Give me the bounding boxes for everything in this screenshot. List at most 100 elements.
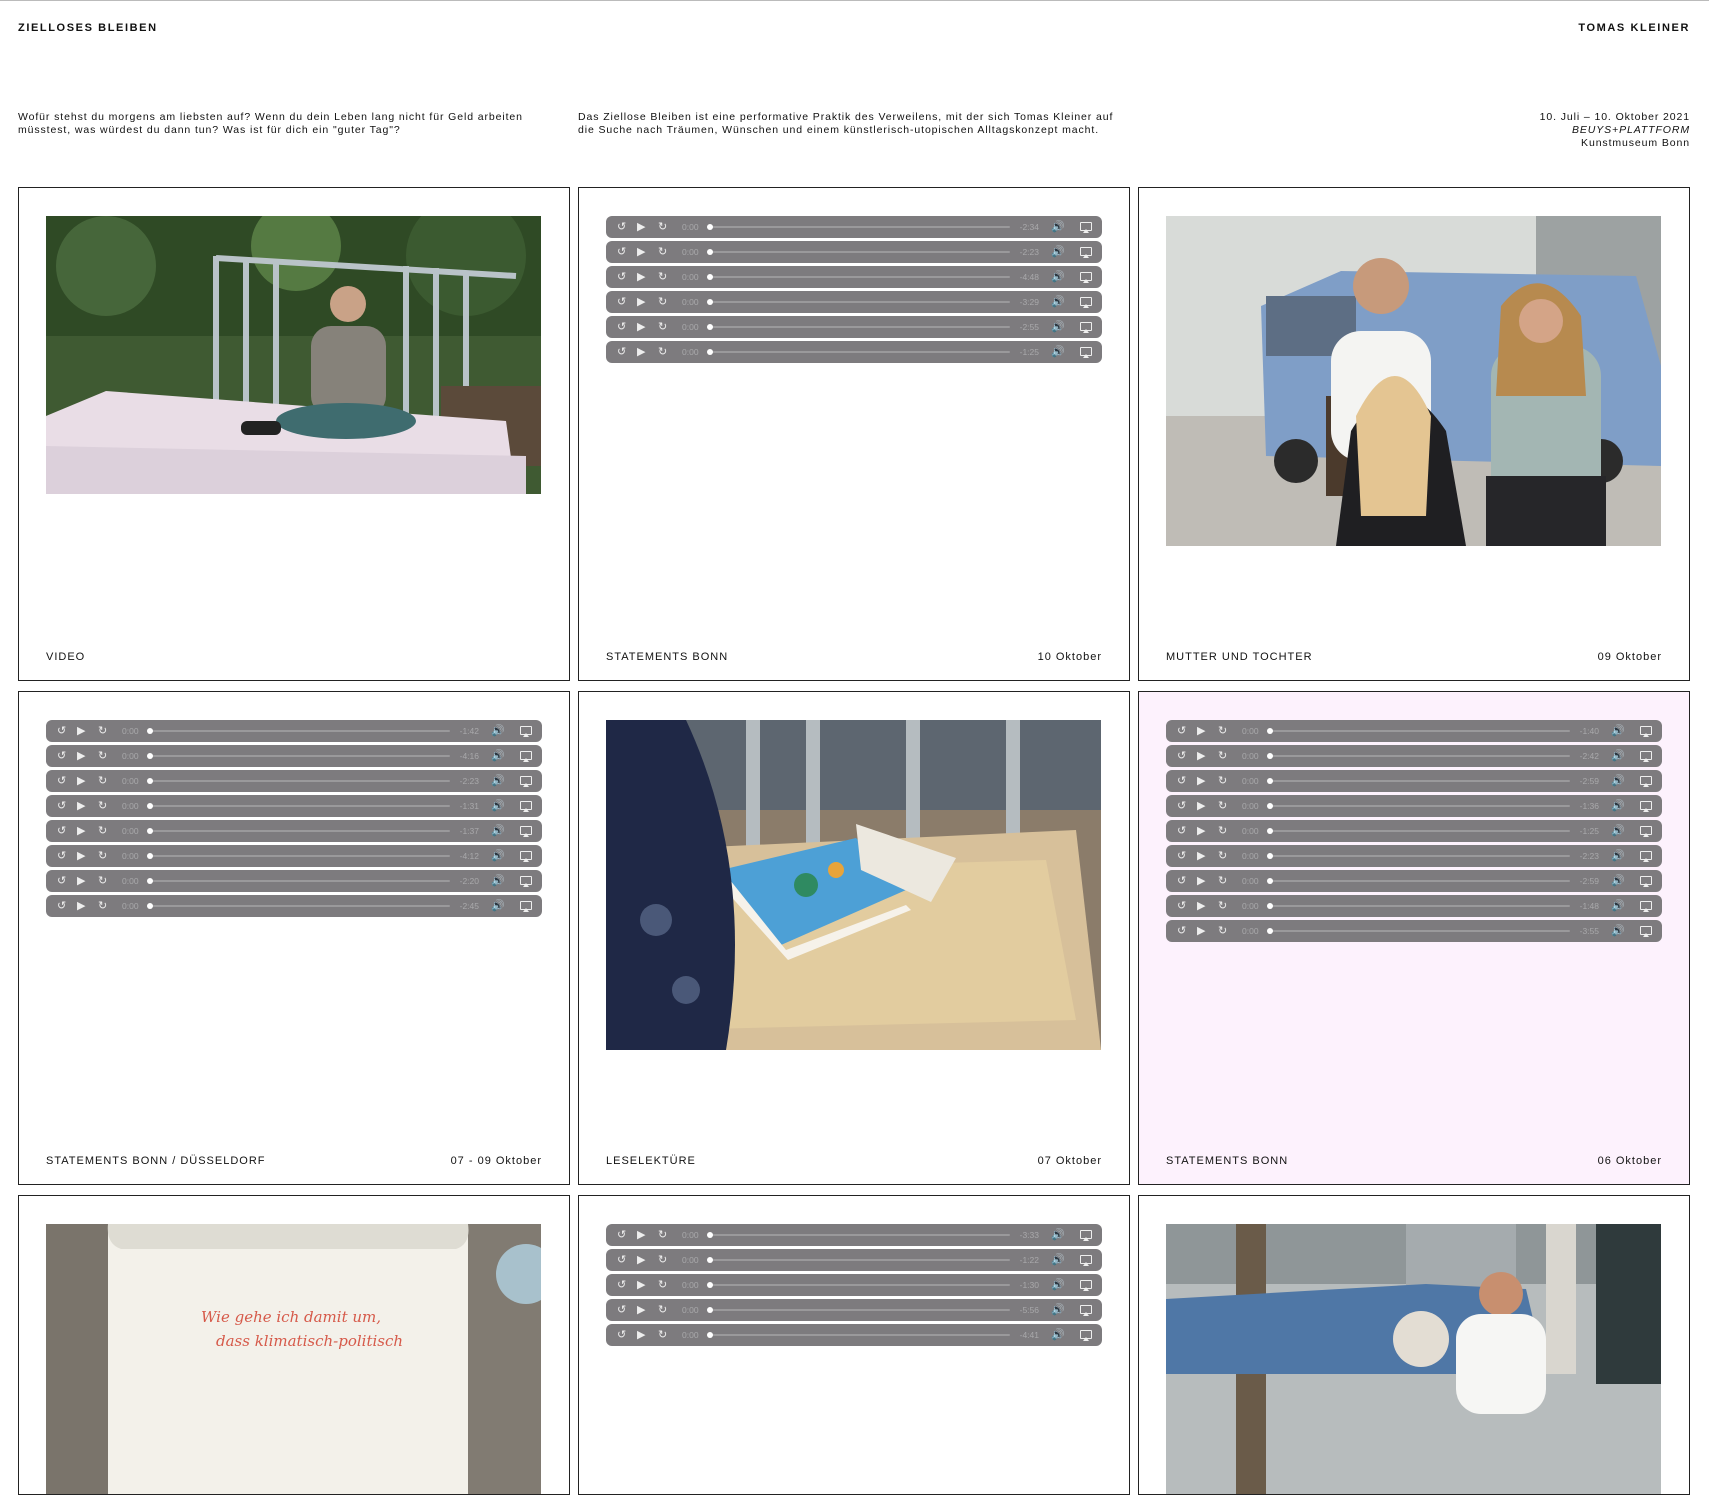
progress-slider[interactable] bbox=[147, 803, 450, 809]
skip-back-icon[interactable]: ↺ bbox=[57, 745, 66, 767]
airplay-icon[interactable] bbox=[1080, 1324, 1092, 1346]
play-icon[interactable]: ▶ bbox=[637, 341, 645, 363]
audio-player[interactable]: ↺ ▶ ↻ 0:00 -1:31 🔊 bbox=[46, 795, 542, 817]
play-icon[interactable]: ▶ bbox=[637, 1324, 645, 1346]
volume-icon[interactable]: 🔊 bbox=[1611, 795, 1625, 817]
progress-knob[interactable] bbox=[147, 828, 153, 834]
play-icon[interactable]: ▶ bbox=[77, 795, 85, 817]
progress-knob[interactable] bbox=[147, 853, 153, 859]
volume-icon[interactable]: 🔊 bbox=[1051, 1249, 1065, 1271]
skip-back-icon[interactable]: ↺ bbox=[617, 216, 626, 238]
progress-slider[interactable] bbox=[707, 299, 1010, 305]
volume-icon[interactable]: 🔊 bbox=[1051, 266, 1065, 288]
volume-icon[interactable]: 🔊 bbox=[491, 770, 505, 792]
audio-player[interactable]: ↺ ▶ ↻ 0:00 -2:23 🔊 bbox=[46, 770, 542, 792]
progress-slider[interactable] bbox=[707, 1307, 1010, 1313]
volume-icon[interactable]: 🔊 bbox=[1051, 341, 1065, 363]
play-icon[interactable]: ▶ bbox=[77, 845, 85, 867]
play-icon[interactable]: ▶ bbox=[637, 241, 645, 263]
play-icon[interactable]: ▶ bbox=[77, 770, 85, 792]
volume-icon[interactable]: 🔊 bbox=[1051, 291, 1065, 313]
progress-knob[interactable] bbox=[707, 1232, 713, 1238]
audio-player[interactable]: ↺ ▶ ↻ 0:00 -4:41 🔊 bbox=[606, 1324, 1102, 1346]
play-icon[interactable]: ▶ bbox=[637, 291, 645, 313]
skip-forward-icon[interactable]: ↻ bbox=[1218, 745, 1227, 767]
progress-slider[interactable] bbox=[707, 1332, 1010, 1338]
site-title[interactable]: ZIELLOSES BLEIBEN bbox=[18, 22, 158, 34]
volume-icon[interactable]: 🔊 bbox=[1051, 241, 1065, 263]
progress-knob[interactable] bbox=[707, 1307, 713, 1313]
volume-icon[interactable]: 🔊 bbox=[1051, 1299, 1065, 1321]
airplay-icon[interactable] bbox=[520, 870, 532, 892]
audio-player[interactable]: ↺ ▶ ↻ 0:00 -2:45 🔊 bbox=[46, 895, 542, 917]
play-icon[interactable]: ▶ bbox=[77, 895, 85, 917]
progress-knob[interactable] bbox=[1267, 753, 1273, 759]
audio-player[interactable]: ↺ ▶ ↻ 0:00 -1:40 🔊 bbox=[1166, 720, 1662, 742]
progress-knob[interactable] bbox=[147, 778, 153, 784]
card-leselektuere[interactable]: LESELEKTÜRE 07 Oktober bbox=[578, 691, 1130, 1185]
audio-player[interactable]: ↺ ▶ ↻ 0:00 -1:42 🔊 bbox=[46, 720, 542, 742]
audio-player[interactable]: ↺ ▶ ↻ 0:00 -1:30 🔊 bbox=[606, 1274, 1102, 1296]
progress-slider[interactable] bbox=[147, 828, 450, 834]
skip-forward-icon[interactable]: ↻ bbox=[1218, 870, 1227, 892]
skip-back-icon[interactable]: ↺ bbox=[1177, 870, 1186, 892]
airplay-icon[interactable] bbox=[1080, 341, 1092, 363]
airplay-icon[interactable] bbox=[520, 720, 532, 742]
play-icon[interactable]: ▶ bbox=[637, 266, 645, 288]
skip-back-icon[interactable]: ↺ bbox=[617, 1324, 626, 1346]
progress-knob[interactable] bbox=[707, 349, 713, 355]
play-icon[interactable]: ▶ bbox=[77, 870, 85, 892]
skip-back-icon[interactable]: ↺ bbox=[1177, 745, 1186, 767]
play-icon[interactable]: ▶ bbox=[1197, 920, 1205, 942]
airplay-icon[interactable] bbox=[1080, 316, 1092, 338]
progress-knob[interactable] bbox=[1267, 828, 1273, 834]
progress-knob[interactable] bbox=[1267, 728, 1273, 734]
skip-back-icon[interactable]: ↺ bbox=[1177, 820, 1186, 842]
airplay-icon[interactable] bbox=[1640, 870, 1652, 892]
card-statements-bonn-duesseldorf[interactable]: ↺ ▶ ↻ 0:00 -1:42 🔊 ↺ ▶ ↻ 0:00 -4:16 🔊 ↺ ▶ ↻ 0:00 -2:23 🔊 ↺… bbox=[18, 691, 570, 1185]
skip-forward-icon[interactable]: ↻ bbox=[1218, 845, 1227, 867]
airplay-icon[interactable] bbox=[1080, 291, 1092, 313]
progress-knob[interactable] bbox=[147, 753, 153, 759]
audio-player[interactable]: ↺ ▶ ↻ 0:00 -4:16 🔊 bbox=[46, 745, 542, 767]
progress-slider[interactable] bbox=[147, 778, 450, 784]
audio-player[interactable]: ↺ ▶ ↻ 0:00 -4:12 🔊 bbox=[46, 845, 542, 867]
progress-knob[interactable] bbox=[147, 903, 153, 909]
audio-player[interactable]: ↺ ▶ ↻ 0:00 -5:56 🔊 bbox=[606, 1299, 1102, 1321]
skip-forward-icon[interactable]: ↻ bbox=[658, 1224, 667, 1246]
play-icon[interactable]: ▶ bbox=[1197, 820, 1205, 842]
airplay-icon[interactable] bbox=[1080, 1274, 1092, 1296]
skip-forward-icon[interactable]: ↻ bbox=[98, 745, 107, 767]
volume-icon[interactable]: 🔊 bbox=[491, 745, 505, 767]
volume-icon[interactable]: 🔊 bbox=[1051, 216, 1065, 238]
progress-knob[interactable] bbox=[1267, 803, 1273, 809]
progress-slider[interactable] bbox=[1267, 728, 1570, 734]
skip-back-icon[interactable]: ↺ bbox=[1177, 770, 1186, 792]
skip-back-icon[interactable]: ↺ bbox=[617, 291, 626, 313]
volume-icon[interactable]: 🔊 bbox=[1611, 745, 1625, 767]
play-icon[interactable]: ▶ bbox=[1197, 770, 1205, 792]
volume-icon[interactable]: 🔊 bbox=[1611, 870, 1625, 892]
audio-player[interactable]: ↺ ▶ ↻ 0:00 -1:37 🔊 bbox=[46, 820, 542, 842]
skip-back-icon[interactable]: ↺ bbox=[57, 795, 66, 817]
progress-slider[interactable] bbox=[1267, 778, 1570, 784]
progress-slider[interactable] bbox=[147, 878, 450, 884]
volume-icon[interactable]: 🔊 bbox=[1611, 895, 1625, 917]
skip-forward-icon[interactable]: ↻ bbox=[1218, 720, 1227, 742]
progress-knob[interactable] bbox=[1267, 853, 1273, 859]
progress-slider[interactable] bbox=[707, 249, 1010, 255]
photo-mother-daughter[interactable] bbox=[1166, 216, 1661, 546]
audio-player[interactable]: ↺ ▶ ↻ 0:00 -1:25 🔊 bbox=[606, 341, 1102, 363]
skip-forward-icon[interactable]: ↻ bbox=[658, 1324, 667, 1346]
progress-slider[interactable] bbox=[1267, 753, 1570, 759]
play-icon[interactable]: ▶ bbox=[637, 1249, 645, 1271]
airplay-icon[interactable] bbox=[1080, 216, 1092, 238]
audio-player[interactable]: ↺ ▶ ↻ 0:00 -2:59 🔊 bbox=[1166, 770, 1662, 792]
volume-icon[interactable]: 🔊 bbox=[1611, 920, 1625, 942]
progress-knob[interactable] bbox=[707, 324, 713, 330]
airplay-icon[interactable] bbox=[520, 795, 532, 817]
airplay-icon[interactable] bbox=[1640, 820, 1652, 842]
play-icon[interactable]: ▶ bbox=[77, 745, 85, 767]
progress-slider[interactable] bbox=[1267, 828, 1570, 834]
skip-back-icon[interactable]: ↺ bbox=[617, 266, 626, 288]
